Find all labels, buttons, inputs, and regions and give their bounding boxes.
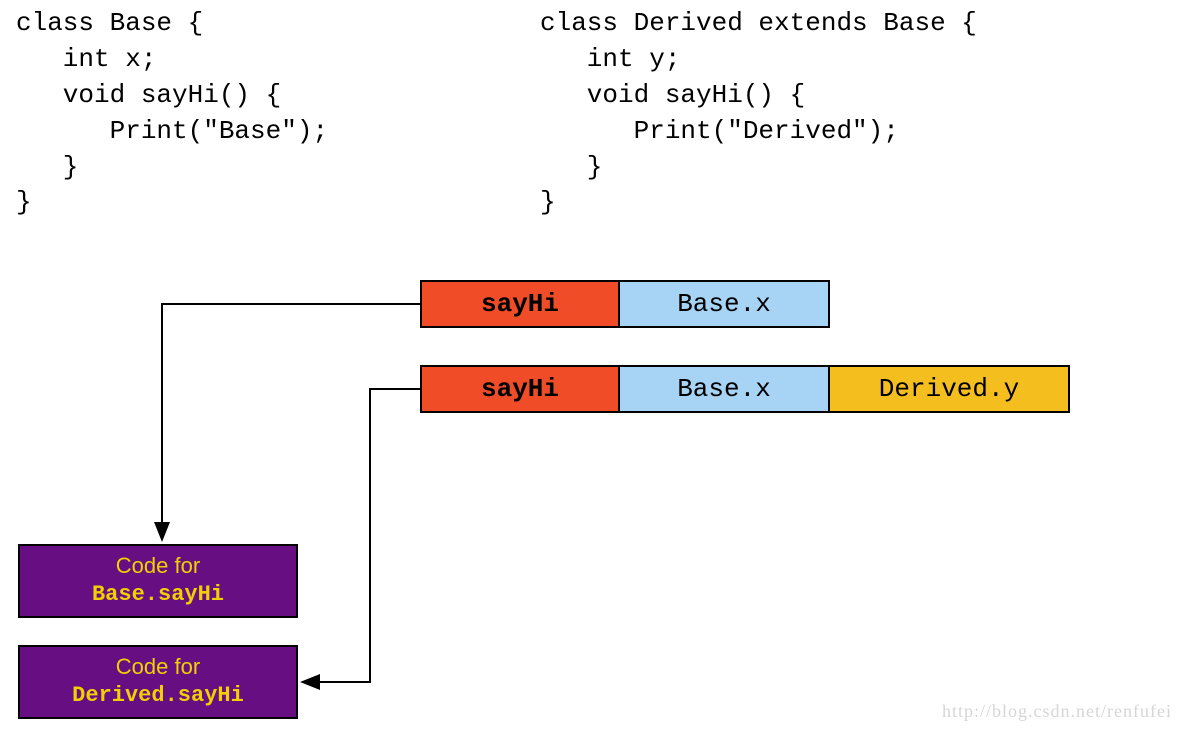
watermark-text: http://blog.csdn.net/renfufei [942,701,1172,722]
code-box-label: Code for [116,653,200,682]
code-base-class: class Base { int x; void sayHi() { Print… [16,6,328,221]
code-derived-class: class Derived extends Base { int y; void… [540,6,977,221]
field-base-x: Base.x [620,280,830,328]
object-layout-derived: sayHi Base.x Derived.y [420,365,1070,413]
code-box-label: Code for [116,552,200,581]
code-box-derived-sayhi: Code for Derived.sayHi [18,645,298,719]
code-box-base-sayhi: Code for Base.sayHi [18,544,298,618]
code-box-method: Base.sayHi [92,581,224,610]
object-layout-base: sayHi Base.x [420,280,830,328]
field-base-x: Base.x [620,365,830,413]
field-derived-y: Derived.y [830,365,1070,413]
vtable-slot-sayhi: sayHi [420,365,620,413]
vtable-slot-sayhi: sayHi [420,280,620,328]
code-box-method: Derived.sayHi [72,682,244,711]
